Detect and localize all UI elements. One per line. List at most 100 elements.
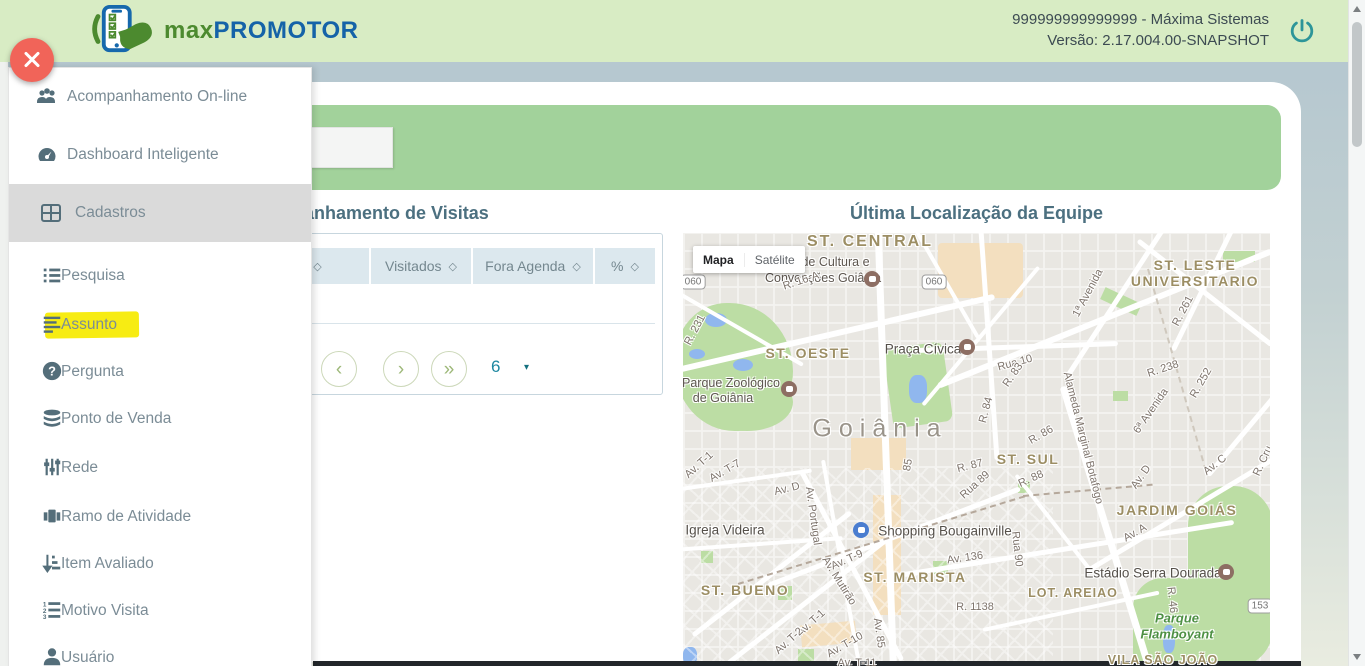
rows-per-page-caret-icon[interactable]: ▾ (524, 362, 529, 373)
map-label: LOT. AREIAO (1028, 586, 1118, 600)
map-label: JARDIM GOIÁS (1117, 502, 1238, 518)
users-group-icon (35, 85, 59, 109)
map-label: ST. CENTRAL (807, 233, 933, 251)
map-label: Parque (1155, 611, 1199, 626)
sidebar-item-label: Ramo de Atividade (61, 508, 191, 526)
map-label: 85 (901, 458, 915, 472)
map-label: Praça Cívica (885, 342, 962, 357)
map-label: R. 46 (1165, 586, 1180, 613)
sidebar-item-acompanhamento-online[interactable]: Acompanhamento On-line (9, 73, 311, 121)
sidebar-item-label: Acompanhamento On-line (67, 88, 247, 106)
logout-power-button[interactable] (1288, 17, 1316, 45)
sidebar-item-pergunta[interactable]: ? Pergunta (9, 348, 311, 396)
map-label: Av. 136 (946, 550, 984, 567)
logo-wordmark: maxPROMOTOR (164, 17, 358, 45)
sidebar-item-item-avaliado[interactable]: Item Avaliado (9, 540, 311, 588)
filter-input[interactable] (310, 127, 393, 168)
sidebar-item-rede[interactable]: Rede (9, 444, 311, 492)
map-label: Rua 90 (1009, 531, 1025, 568)
map-label: Av. T-2 (772, 625, 805, 656)
sidebar-item-label: Item Avaliado (61, 555, 154, 573)
map-label: ST. OESTE (765, 345, 850, 361)
dashboard-gauge-icon (35, 143, 59, 167)
map-labels-layer: ST. CENTRALCentro de Cultura eConvenções… (683, 233, 1270, 666)
map-label: 6ª Avenida (1131, 386, 1171, 436)
map-type-satellite-button[interactable]: Satélite (745, 253, 805, 267)
map-label: R. 252 (1188, 366, 1215, 400)
column-label: % (611, 258, 623, 274)
sidebar-item-pesquisa[interactable]: Pesquisa (9, 252, 311, 300)
map-label: Flamboyant (1141, 627, 1214, 642)
sidebar-item-motivo-visita[interactable]: 123 Motivo Visita (9, 587, 311, 635)
zoo-paw-poi-icon[interactable] (781, 381, 797, 397)
sort-icon[interactable]: ◇ (313, 260, 321, 273)
map-label: Shopping Bougainville (878, 524, 1012, 539)
map-type-control: Mapa Satélite (693, 246, 805, 273)
map-label: R. 84 (977, 396, 995, 425)
map-type-map-button[interactable]: Mapa (693, 253, 745, 267)
page-left-margin (0, 62, 8, 666)
civic-square-poi-icon[interactable] (959, 339, 975, 355)
scrollbar-thumb[interactable] (1352, 22, 1362, 147)
sort-icon[interactable]: ◇ (572, 260, 580, 273)
filter-banner (290, 105, 1281, 190)
road-shield: 060 (922, 275, 947, 290)
paginator-next-button[interactable]: › (383, 351, 419, 387)
close-menu-button[interactable] (10, 38, 54, 82)
column-header-percent[interactable]: % ◇ (595, 248, 655, 284)
app-window: Acompanhamento de Visitas ia ◇ Visitados… (0, 0, 1365, 666)
map-label: Parque Zoológico (683, 376, 780, 390)
sort-icon[interactable]: ◇ (449, 260, 457, 273)
road-shield: 153 (1248, 599, 1270, 614)
sidebar-item-assunto[interactable]: Assunto (9, 301, 311, 349)
rows-per-page-value[interactable]: 6 (491, 357, 500, 377)
map-label: Av. 85 (871, 617, 887, 649)
map-label: Av. D (773, 480, 801, 498)
column-header-visitados[interactable]: Visitados ◇ (371, 248, 471, 284)
sidebar-item-ponto-de-venda[interactable]: Ponto de Venda (9, 395, 311, 443)
map-label: 1ª Avenida (1070, 267, 1105, 319)
map-label: ST. LESTE (1154, 257, 1237, 273)
scroll-down-arrow-icon[interactable] (1353, 654, 1361, 660)
version-line: Versão: 2.17.004.00-SNAPSHOT (1012, 30, 1269, 51)
sidebar-item-label: Cadastros (75, 204, 146, 222)
sidebar-item-label: Pesquisa (61, 267, 125, 285)
sort-icon[interactable]: ◇ (630, 260, 638, 273)
sidebar-item-label: Rede (61, 459, 98, 477)
map-label: Av. D (1129, 463, 1154, 491)
map-label: Av. A (1121, 522, 1148, 545)
logo-promotor-text: PROMOTOR (214, 17, 359, 44)
navigation-sidebar: Acompanhamento On-line Dashboard Intelig… (8, 67, 312, 666)
sidebar-item-ramo-de-atividade[interactable]: Ramo de Atividade (9, 493, 311, 541)
column-header-fora-agenda[interactable]: Fora Agenda ◇ (473, 248, 593, 284)
scroll-up-arrow-icon[interactable] (1353, 6, 1361, 12)
sidebar-item-label: Usuário (61, 649, 114, 666)
map-label: Goiânia (812, 415, 947, 444)
account-info: 999999999999999 - Máxima Sistemas Versão… (1012, 9, 1269, 51)
sidebar-item-cadastros[interactable]: Cadastros (9, 184, 311, 242)
map-label: Alameda Marginal Botafogo (1061, 371, 1105, 506)
svg-text:?: ? (48, 364, 56, 379)
sidebar-item-usuario[interactable]: Usuário (9, 634, 311, 666)
map-label: R. 86 (1027, 423, 1056, 447)
sidebar-item-label: Motivo Visita (61, 602, 149, 620)
sidebar-item-dashboard-inteligente[interactable]: Dashboard Inteligente (9, 131, 311, 179)
map-label: ST. SUL (997, 451, 1060, 467)
column-label: Visitados (385, 258, 442, 274)
sidebar-item-label: Dashboard Inteligente (67, 146, 219, 164)
team-location-map[interactable]: ST. CENTRALCentro de Cultura eConvenções… (683, 233, 1270, 666)
vertical-scrollbar[interactable] (1348, 0, 1365, 666)
main-content-card: Acompanhamento de Visitas ia ◇ Visitados… (270, 82, 1301, 662)
shopping-bag-poi-icon[interactable] (853, 522, 869, 538)
map-label: Av. T-9 (829, 548, 865, 573)
app-header: maxPROMOTOR 999999999999999 - Máxima Sis… (0, 0, 1349, 62)
sidebar-item-label: Assunto (61, 316, 117, 334)
paginator-prev-button[interactable]: ‹ (321, 351, 357, 387)
stadium-poi-icon[interactable] (1218, 564, 1234, 580)
map-panel-title: Última Localização da Equipe (683, 203, 1270, 224)
map-label: Av. T-7 (707, 457, 742, 484)
paginator-last-button[interactable]: » (431, 351, 467, 387)
svg-text:3: 3 (43, 614, 47, 621)
account-line: 999999999999999 - Máxima Sistemas (1012, 9, 1269, 30)
culture-center-poi-icon[interactable] (864, 271, 880, 287)
